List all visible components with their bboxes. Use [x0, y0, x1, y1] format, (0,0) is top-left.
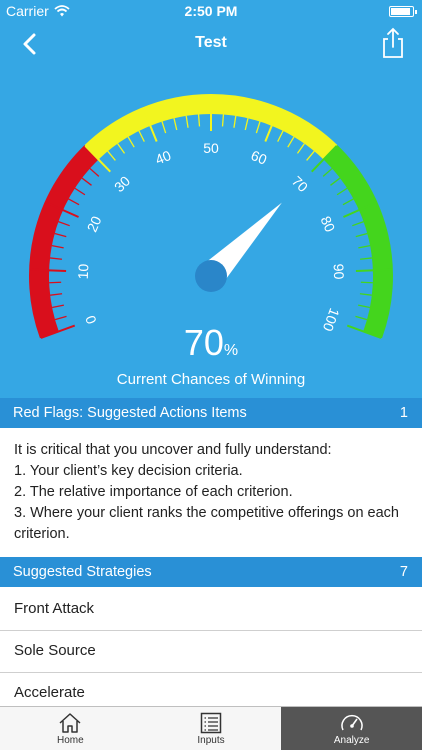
- gauge-minor-tick: [54, 315, 67, 321]
- strategies-title: Suggested Strategies: [13, 564, 152, 580]
- tab-home[interactable]: Home: [0, 707, 141, 750]
- red-flags-header[interactable]: Red Flags: Suggested Actions Items 1: [0, 398, 422, 428]
- list-icon: [200, 712, 222, 734]
- gauge-minor-tick: [244, 118, 249, 131]
- win-caption: Current Chances of Winning: [116, 371, 306, 388]
- gauge-tick-label: 40: [153, 147, 174, 168]
- gauge-minor-tick: [336, 187, 348, 196]
- gauge-minor-tick: [358, 245, 371, 249]
- strategy-label: Accelerate: [14, 684, 85, 701]
- top-panel: Carrier 2:50 PM Test 0 10 20 30 40 50 60 70 80 90…: [0, 0, 422, 398]
- red-flag-line: 3. Where your client ranks the competiti…: [14, 505, 399, 542]
- win-percentage: 70%: [0, 322, 422, 364]
- gauge-minor-tick: [51, 245, 64, 249]
- strategies-header[interactable]: Suggested Strategies 7: [0, 557, 422, 587]
- gauge-minor-tick: [359, 293, 372, 296]
- status-time: 2:50 PM: [184, 3, 238, 19]
- tab-label: Analyze: [333, 735, 370, 746]
- gauge-minor-tick: [296, 143, 305, 154]
- navigation-bar: Test: [0, 22, 422, 66]
- gauge-minor-tick: [287, 136, 295, 148]
- tab-label: Home: [56, 735, 84, 746]
- page-title: Test: [195, 34, 227, 51]
- gauge-minor-tick: [81, 177, 92, 186]
- gauge-minor-tick: [358, 304, 371, 309]
- gauge-minor-tick: [107, 150, 116, 161]
- gauge-hub: [195, 260, 227, 292]
- gauge-tick-label: 20: [84, 213, 105, 234]
- gauge-tick-label: 70: [289, 173, 311, 195]
- gauge-minor-tick: [355, 232, 368, 238]
- strategies-count: 7: [399, 564, 408, 580]
- gauge-minor-tick: [277, 130, 284, 142]
- percentage-unit: %: [223, 342, 239, 359]
- gauge-minor-tick: [355, 315, 368, 321]
- red-flags-title: Red Flags: Suggested Actions Items: [13, 405, 247, 421]
- gauge-minor-tick: [306, 150, 315, 161]
- gauge-minor-tick: [89, 167, 100, 177]
- gauge-minor-tick: [360, 281, 373, 284]
- red-flags-count: 1: [399, 405, 408, 421]
- gauge-minor-tick: [138, 130, 145, 142]
- gauge-minor-tick: [233, 115, 237, 128]
- gauge-tick-label: 90: [331, 263, 348, 279]
- gauge-minor-tick: [322, 167, 333, 177]
- status-bar: Carrier 2:50 PM: [0, 0, 422, 22]
- gauge-minor-tick: [221, 114, 225, 127]
- gauge-tick-label: 50: [203, 140, 219, 156]
- gauge-minor-tick: [49, 257, 63, 260]
- gauge-minor-tick: [74, 187, 86, 196]
- gauge-minor-tick: [359, 257, 373, 260]
- gauge-tick-label: 10: [75, 263, 92, 279]
- gauge-minor-tick: [330, 177, 341, 186]
- share-icon[interactable]: [380, 26, 406, 60]
- tab-bar: Home Inputs Analyze: [0, 706, 422, 750]
- gauge-major-tick: [355, 268, 392, 272]
- strategy-label: Sole Source: [14, 642, 96, 659]
- strategy-item-front-attack[interactable]: Front Attack: [0, 589, 422, 631]
- tab-inputs[interactable]: Inputs: [141, 707, 282, 750]
- gauge-major-tick: [30, 268, 67, 272]
- tab-analyze[interactable]: Analyze: [281, 707, 422, 750]
- gauge-minor-tick: [161, 121, 167, 134]
- gauge-minor-tick: [352, 221, 364, 227]
- home-icon: [59, 713, 81, 733]
- gauge-tick-label: 60: [249, 147, 270, 168]
- gauge-minor-tick: [127, 136, 135, 148]
- gauge-minor-tick: [173, 118, 178, 131]
- gauge-minor-tick: [50, 293, 63, 296]
- speedometer-icon: [340, 714, 363, 731]
- gauge-minor-tick: [49, 281, 62, 284]
- strategy-label: Front Attack: [14, 600, 95, 617]
- gauge-tick-label: 30: [111, 173, 133, 195]
- gauge-minor-tick: [255, 121, 261, 134]
- gauge-minor-tick: [58, 221, 70, 227]
- battery-icon: [389, 6, 417, 17]
- red-flag-line: 1. Your client’s key decision criteria.: [14, 463, 243, 479]
- gauge-tick-label: 80: [317, 214, 338, 235]
- gauge-minor-tick: [68, 198, 80, 206]
- gauge-minor-tick: [51, 304, 64, 309]
- red-flags-body: It is critical that you uncover and full…: [14, 440, 412, 545]
- gauge-minor-tick: [185, 115, 189, 128]
- strategy-item-sole-source[interactable]: Sole Source: [0, 631, 422, 673]
- gauge-minor-tick: [54, 232, 67, 238]
- red-flag-line: It is critical that you uncover and full…: [14, 442, 332, 458]
- red-flag-line: 2. The relative importance of each crite…: [14, 484, 293, 500]
- gauge-minor-tick: [342, 198, 354, 206]
- tab-label: Inputs: [197, 735, 225, 746]
- gauge-minor-tick: [197, 114, 201, 127]
- gauge-minor-tick: [117, 143, 126, 154]
- percentage-value: 70: [183, 322, 224, 363]
